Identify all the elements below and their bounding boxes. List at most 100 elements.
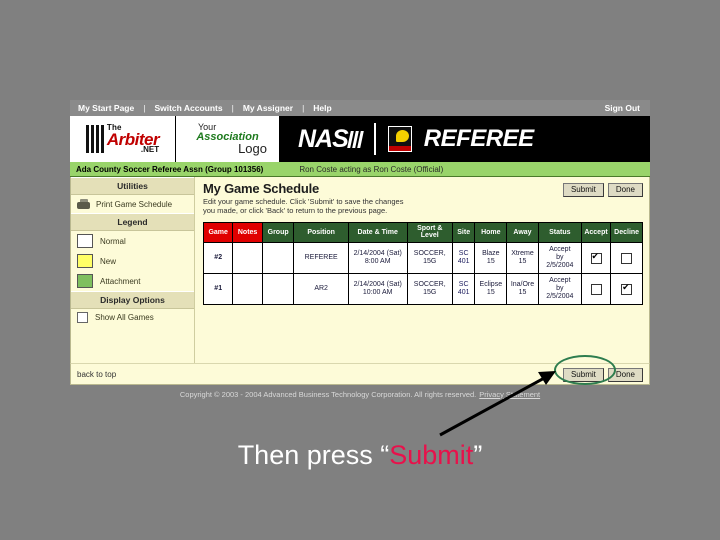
cell-home-line2: 15 [486,289,495,297]
banner-divider [373,123,376,155]
cell-site[interactable]: SC 401 [451,242,476,275]
slide-caption: Then press “Submit” [0,440,720,471]
col-home: Home [474,221,508,244]
nav-item-switch-accounts[interactable]: Switch Accounts [145,103,231,113]
show-all-games-checkbox[interactable] [77,312,88,323]
col-away: Away [506,221,539,244]
assoc-line-logo: Logo [238,140,267,156]
cell-away: Xtreme 15 [506,242,539,275]
page-title: My Game Schedule [203,181,320,196]
legend-swatch-normal [77,234,93,248]
show-all-games-row[interactable]: Show All Games [71,309,194,326]
table-row: #2 REFEREE 2/14/2004 (Sat) 8:00 AM SOCCE… [202,242,643,275]
copyright-bar: Copyright © 2003 - 2004 Advanced Busines… [70,385,650,403]
cell-game-link[interactable]: #1 [202,273,234,306]
back-to-top-link[interactable]: back to top [77,370,563,379]
cell-home-line1: Blaze [482,250,500,258]
sidebar-item-label: Print Game Schedule [96,199,173,209]
printer-icon [77,199,90,209]
nav-item-help[interactable]: Help [304,103,340,113]
cell-status-line2: by [556,285,564,293]
barcode-icon [85,125,104,153]
accept-checkbox[interactable] [590,251,602,264]
naso-wordmark: NAS [298,125,364,154]
page-description: Edit your game schedule. Click 'Submit' … [203,197,404,216]
col-accept: Accept [580,221,612,244]
cell-date: 2/14/2004 (Sat) [353,250,402,258]
cell-position: REFEREE [293,242,349,275]
cell-date: 2/14/2004 (Sat) [353,281,402,289]
nav-separator: | [302,103,305,113]
sidebar-header-utilities: Utilities [71,177,194,195]
cell-group [261,273,295,306]
table-row: #1 AR2 2/14/2004 (Sat) 10:00 AM SOCCER, … [202,273,643,306]
copyright-text: Copyright © 2003 - 2004 Advanced Busines… [179,389,477,399]
done-button-top[interactable]: Done [607,183,643,197]
cell-accept[interactable] [580,273,612,306]
decline-checkbox[interactable] [621,282,633,295]
cell-game-link[interactable]: #2 [202,242,234,275]
cell-date-time: 2/14/2004 (Sat) 10:00 AM [347,273,408,306]
col-status: Status [537,221,582,244]
context-acting-as: Ron Coste acting as Ron Coste (Official) [299,164,444,174]
cell-away-line2: 15 [518,258,527,266]
col-group: Group [261,221,295,244]
col-game: Game [202,221,234,244]
cell-status-line1: Accept [549,277,571,285]
legend-item-normal: Normal [71,231,194,251]
arbiter-web-page: My Start Page | Switch Accounts | My Ass… [70,100,650,400]
col-date-time: Date & Time [347,221,408,244]
sidebar: Utilities Print Game Schedule Legend Nor… [71,177,195,363]
privacy-statement-link[interactable]: Privacy Statement [479,390,540,399]
cell-group [261,242,295,275]
col-site: Site [451,221,476,244]
cell-notes [232,273,263,306]
cell-away-line2: 15 [518,289,527,297]
show-all-games-label: Show All Games [95,313,154,322]
cell-status: Accept by 2/5/2004 [537,273,582,306]
table-header-row: Game Notes Group Position Date & Time Sp… [202,221,643,244]
cell-site[interactable]: SC 401 [451,273,476,306]
nav-separator: | [143,103,146,113]
sidebar-header-legend: Legend [71,213,194,231]
accept-checkbox[interactable] [590,283,602,295]
cell-sport: SOCCER, [413,281,446,289]
cell-level: 15G [423,258,437,266]
done-button-bottom[interactable]: Done [607,368,643,382]
cell-accept[interactable] [580,242,612,275]
cell-home: Eclipse 15 [474,273,508,306]
nav-item-my-start-page[interactable]: My Start Page [76,103,143,113]
cell-status-line1: Accept [549,246,571,254]
cell-level: 15G [423,289,437,297]
cell-site-line1: SC [458,250,469,258]
cell-time: 8:00 AM [364,258,391,266]
sign-out-link[interactable]: Sign Out [605,103,644,113]
page-footer: back to top Submit Done [70,363,650,385]
nav-item-my-assigner[interactable]: My Assigner [234,103,302,113]
cell-sport-level: SOCCER, 15G [406,242,453,275]
legend-swatch-new [77,254,93,268]
cell-away: Ina/Ore 15 [506,273,539,306]
cell-decline[interactable] [610,242,643,275]
sidebar-item-print-game-schedule[interactable]: Print Game Schedule [71,195,194,213]
cell-away-line1: Xtreme [511,250,534,258]
submit-button-top[interactable]: Submit [562,183,604,197]
cell-decline[interactable] [610,273,643,306]
cell-sport: SOCCER, [413,250,446,258]
legend-swatch-attachment [77,274,93,288]
context-bar: Ada County Soccer Referee Assn (Group 10… [70,162,650,177]
legend-label-normal: Normal [100,236,126,246]
legend-label-new: New [100,256,117,266]
legend-item-new: New [71,251,194,271]
cell-home-line1: Eclipse [479,281,503,289]
decline-checkbox[interactable] [621,252,633,264]
cell-site-line2: 401 [457,258,470,266]
top-nav-links: My Start Page | Switch Accounts | My Ass… [76,103,605,113]
cell-away-line1: Ina/Ore [510,281,535,289]
cell-sport-level: SOCCER, 15G [406,273,453,306]
main-content: My Game Schedule Edit your game schedule… [195,177,649,363]
page-body: Utilities Print Game Schedule Legend Nor… [70,177,650,363]
referee-wordmark: REFEREE [423,125,534,152]
submit-button-bottom[interactable]: Submit [562,368,604,382]
naso-stripes-icon [346,131,364,149]
